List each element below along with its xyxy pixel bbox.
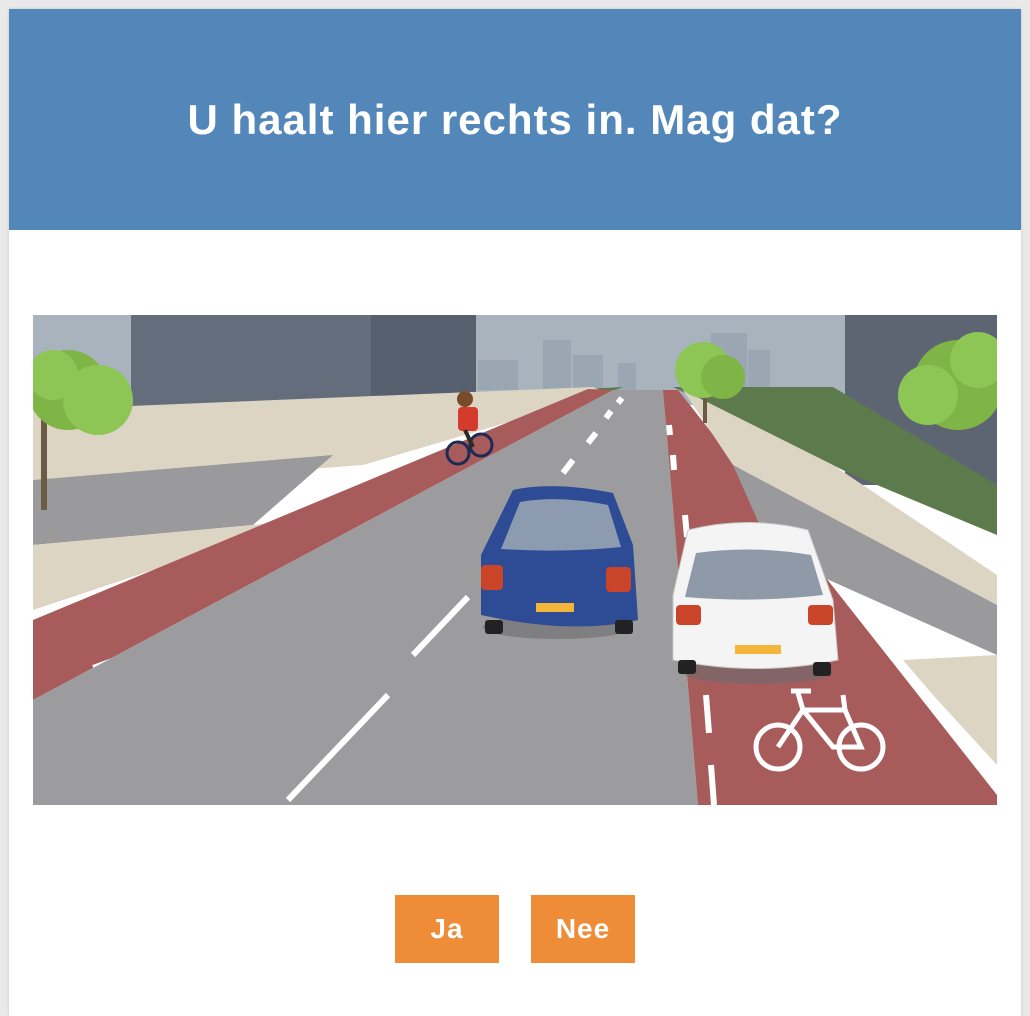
answer-yes-button[interactable]: Ja [395, 895, 499, 963]
question-title: U haalt hier rechts in. Mag dat? [187, 95, 843, 143]
answer-no-button[interactable]: Nee [531, 895, 635, 963]
answer-buttons: Ja Nee [9, 895, 1021, 963]
question-header: U haalt hier rechts in. Mag dat? [9, 9, 1021, 230]
question-card: U haalt hier rechts in. Mag dat? Ja Nee [9, 9, 1021, 1016]
traffic-illustration [33, 315, 997, 805]
blue-car [481, 486, 638, 639]
white-car [672, 522, 839, 684]
